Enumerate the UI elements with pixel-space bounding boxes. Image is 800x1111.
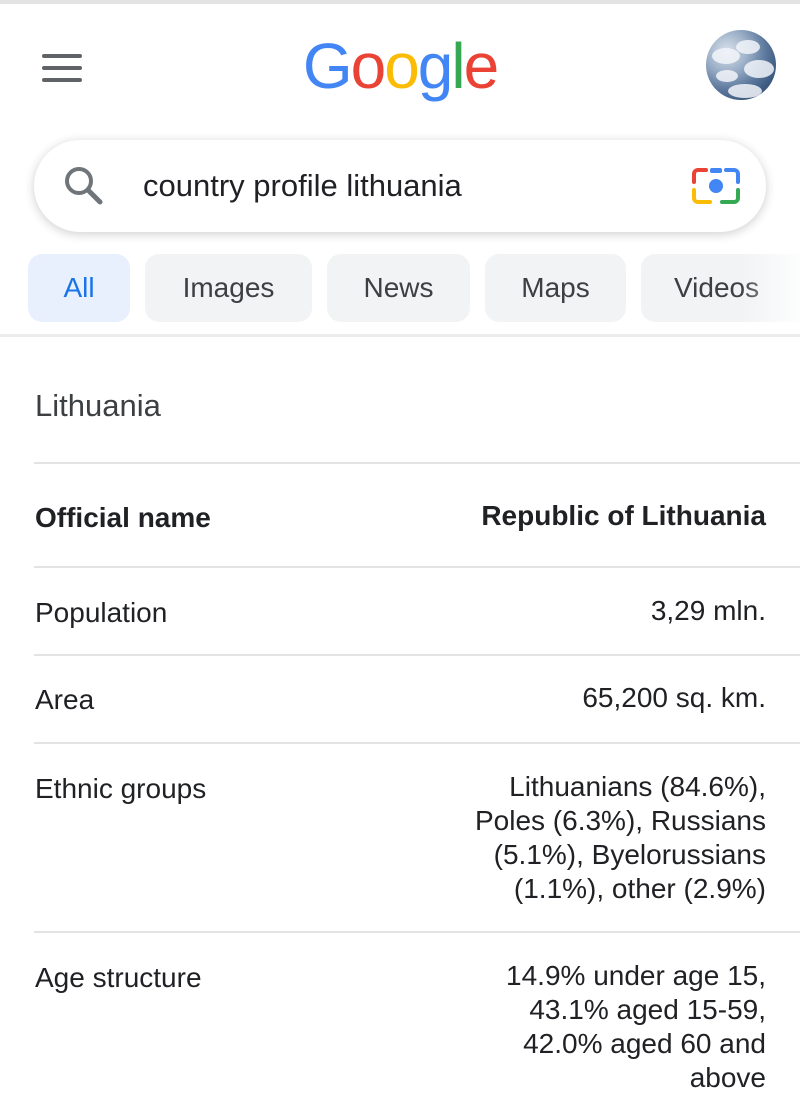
menu-bar [42, 54, 82, 58]
top-divider [0, 0, 800, 4]
logo-letter-o1: o [351, 30, 385, 102]
row-label-area: Area [35, 684, 95, 715]
row-divider [34, 742, 800, 744]
menu-bar [42, 66, 82, 70]
row-value-age-structure: 14.9% under age 15, 43.1% aged 15-59, 42… [506, 960, 766, 1093]
tab-label: Maps [521, 272, 590, 303]
row-label-official-name: Official name [35, 502, 211, 533]
search-input[interactable] [143, 160, 663, 212]
row-value-area: 65,200 sq. km. [582, 682, 766, 713]
row-divider [34, 566, 800, 568]
tab-maps[interactable]: Maps [485, 254, 626, 322]
logo-letter-e: e [464, 30, 498, 102]
google-logo[interactable]: Google [300, 28, 500, 108]
row-divider [34, 931, 800, 933]
search-icon[interactable] [62, 164, 106, 208]
tab-images[interactable]: Images [145, 254, 312, 322]
menu-bar [42, 78, 82, 82]
tab-label: News [363, 272, 434, 303]
svg-text:Google: Google [303, 30, 497, 102]
row-divider [34, 462, 800, 464]
tabs-scroll-fade [740, 250, 800, 326]
logo-letter-g: G [303, 30, 351, 102]
tab-all[interactable]: All [28, 254, 130, 322]
tabs-divider [0, 334, 800, 337]
row-label-ethnic-groups: Ethnic groups [35, 773, 207, 804]
logo-letter-l: l [451, 30, 463, 102]
row-value-ethnic-groups: Lithuanians (84.6%), Poles (6.3%), Russi… [474, 771, 766, 904]
tab-label: All [63, 272, 95, 303]
row-label-age-structure: Age structure [35, 962, 202, 993]
logo-letter-g2: g [418, 30, 452, 102]
tab-news[interactable]: News [327, 254, 470, 322]
row-label-population: Population [35, 597, 168, 628]
profile-avatar[interactable] [706, 30, 776, 100]
row-value-population: 3,29 mln. [650, 595, 766, 626]
google-lens-camera-icon[interactable] [692, 164, 740, 208]
row-value-official-name: Republic of Lithuania [481, 500, 766, 531]
row-divider [34, 654, 800, 656]
card-title: Lithuania [35, 388, 161, 423]
tab-label: Images [182, 272, 275, 303]
hamburger-menu-icon[interactable] [38, 48, 86, 88]
logo-letter-o2: o [384, 30, 418, 102]
